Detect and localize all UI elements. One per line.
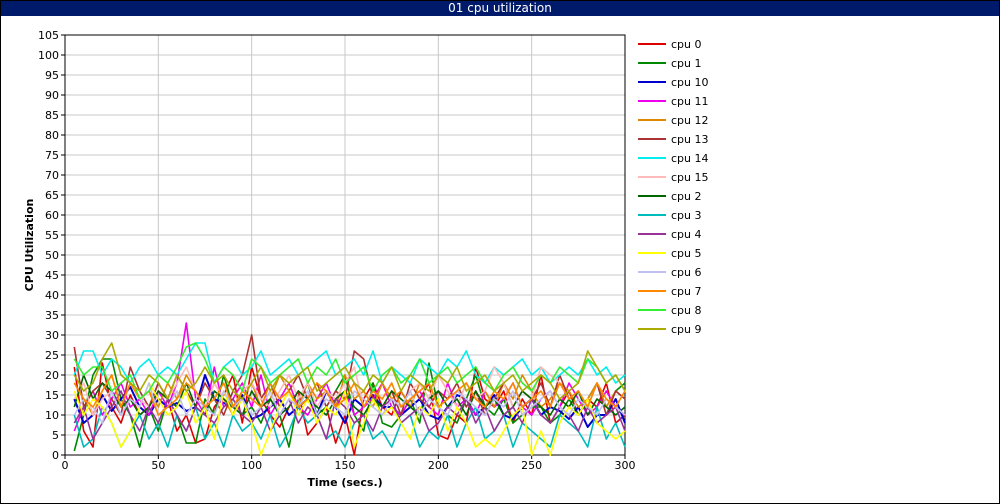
legend-label-cpu-8: cpu 8	[671, 304, 702, 317]
legend-label-cpu-5: cpu 5	[671, 247, 702, 260]
legend-label-cpu-0: cpu 0	[671, 38, 702, 51]
x-tick-label: 300	[615, 459, 636, 472]
y-tick-label: 85	[45, 109, 59, 122]
y-tick-label: 30	[45, 329, 59, 342]
y-tick-label: 65	[45, 189, 59, 202]
legend-label-cpu-9: cpu 9	[671, 323, 702, 336]
x-tick-label: 200	[428, 459, 449, 472]
legend-label-cpu-14: cpu 14	[671, 152, 709, 165]
legend-label-cpu-3: cpu 3	[671, 209, 702, 222]
x-tick-label: 250	[521, 459, 542, 472]
cpu-utilization-chart: 0 5 10 15 20 25 30 35 40 45 50 55 60 65 70 75 80 85 90 95 10…	[23, 29, 709, 489]
y-tick-label: 90	[45, 89, 59, 102]
legend-label-cpu-2: cpu 2	[671, 190, 702, 203]
x-axis-label: Time (secs.)	[307, 476, 382, 489]
y-tick-label: 40	[45, 289, 59, 302]
legend-label-cpu-7: cpu 7	[671, 285, 702, 298]
legend-label-cpu-1: cpu 1	[671, 57, 702, 70]
y-tick-label: 95	[45, 69, 59, 82]
y-tick-label: 20	[45, 369, 59, 382]
y-tick-label: 15	[45, 389, 59, 402]
legend-label-cpu-10: cpu 10	[671, 76, 709, 89]
y-tick-label: 75	[45, 149, 59, 162]
y-axis-label: CPU Utilization	[23, 199, 36, 292]
legend-label-cpu-6: cpu 6	[671, 266, 702, 279]
y-tick-label: 50	[45, 249, 59, 262]
y-tick-label: 55	[45, 229, 59, 242]
y-tick-label: 105	[38, 29, 59, 42]
y-tick-label: 25	[45, 349, 59, 362]
x-tick-label: 150	[335, 459, 356, 472]
legend-label-cpu-11: cpu 11	[671, 95, 709, 108]
y-tick-label: 35	[45, 309, 59, 322]
y-tick-label: 80	[45, 129, 59, 142]
y-tick-label: 0	[52, 449, 59, 462]
x-tick-label: 100	[241, 459, 262, 472]
y-tick-label: 100	[38, 49, 59, 62]
legend-label-cpu-12: cpu 12	[671, 114, 709, 127]
y-tick-label: 70	[45, 169, 59, 182]
y-tick-label: 5	[52, 429, 59, 442]
y-tick-label: 10	[45, 409, 59, 422]
x-tick-label: 50	[151, 459, 165, 472]
legend-label-cpu-15: cpu 15	[671, 171, 709, 184]
legend-label-cpu-4: cpu 4	[671, 228, 702, 241]
x-tick-label: 0	[62, 459, 69, 472]
y-tick-label: 60	[45, 209, 59, 222]
legend-label-cpu-13: cpu 13	[671, 133, 709, 146]
y-tick-label: 45	[45, 269, 59, 282]
